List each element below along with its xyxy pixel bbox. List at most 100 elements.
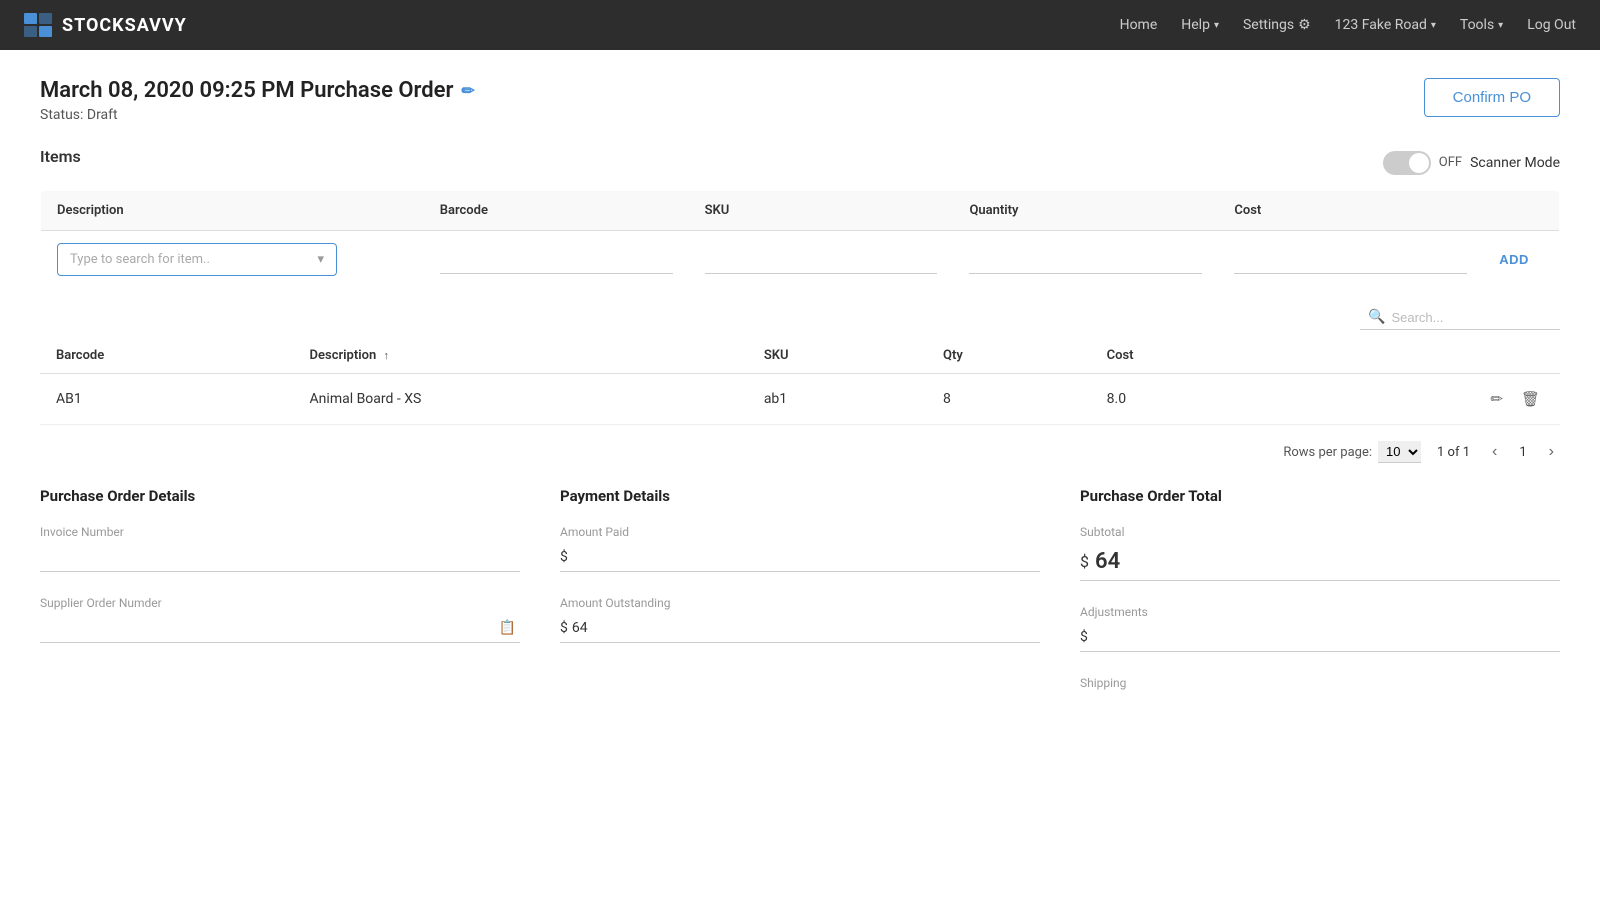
amount-outstanding-field: Amount Outstanding $ 64 — [560, 596, 1040, 643]
data-col-sku: SKU — [748, 338, 927, 374]
nav-settings[interactable]: Settings ⚙ — [1243, 17, 1311, 33]
adjustments-input[interactable] — [1092, 629, 1560, 645]
supplier-order-input[interactable] — [40, 614, 495, 642]
nav-logout[interactable]: Log Out — [1527, 17, 1576, 33]
amount-paid-input[interactable] — [572, 549, 1040, 565]
row-cost: 8.0 — [1091, 374, 1277, 425]
title-block: March 08, 2020 09:25 PM Purchase Order ✏… — [40, 78, 475, 123]
subtotal-label: Subtotal — [1080, 525, 1560, 539]
invoice-number-field: Invoice Number — [40, 525, 520, 572]
currency-symbol-paid: $ — [560, 549, 568, 565]
amount-outstanding-label: Amount Outstanding — [560, 596, 1040, 610]
adjustments-field: Adjustments $ — [1080, 605, 1560, 652]
nav-home[interactable]: Home — [1120, 17, 1158, 33]
items-heading: Items — [40, 147, 81, 166]
subtotal-value: 64 — [1095, 549, 1120, 574]
table-search-row: 🔍 — [40, 305, 1560, 330]
nav-help[interactable]: Help ▾ — [1181, 17, 1219, 33]
rows-per-page: Rows per page: 10 25 50 — [1283, 441, 1421, 463]
col-sku: SKU — [689, 191, 954, 231]
navbar: STOCKSAVVY Home Help ▾ Settings ⚙ 123 Fa… — [0, 0, 1600, 50]
search-icon: 🔍 — [1368, 309, 1385, 325]
subtotal-field: Subtotal $ 64 — [1080, 525, 1560, 581]
data-table: Barcode Description ↑ SKU Qty Cost AB1 A… — [40, 338, 1560, 425]
adjustments-wrapper: $ — [1080, 623, 1560, 652]
document-icon: 📋 — [495, 616, 520, 640]
amount-outstanding-value: 64 — [572, 620, 588, 636]
scanner-mode-label: Scanner Mode — [1470, 155, 1560, 171]
table-search-box: 🔍 — [1360, 305, 1560, 330]
toggle-off-label: OFF — [1439, 155, 1462, 170]
page-title: March 08, 2020 09:25 PM Purchase Order ✏ — [40, 78, 475, 103]
page-status: Status: Draft — [40, 107, 475, 123]
cost-input[interactable] — [1234, 246, 1467, 274]
data-col-cost: Cost — [1091, 338, 1277, 374]
edit-row-button[interactable]: ✏ — [1486, 388, 1507, 410]
po-details-heading: Purchase Order Details — [40, 487, 520, 505]
purchase-order-details-section: Purchase Order Details Invoice Number Su… — [40, 487, 520, 714]
row-qty: 8 — [927, 374, 1091, 425]
invoice-number-label: Invoice Number — [40, 525, 520, 539]
add-item-table: Description Barcode SKU Quantity Cost Ty… — [40, 190, 1560, 289]
chevron-down-icon: ▾ — [1214, 20, 1219, 31]
shipping-label: Shipping — [1080, 676, 1560, 690]
bottom-sections: Purchase Order Details Invoice Number Su… — [40, 487, 1560, 714]
row-actions: ✏ 🗑 — [1277, 374, 1560, 425]
search-input[interactable] — [1391, 310, 1552, 325]
supplier-order-label: Supplier Order Numder — [40, 596, 520, 610]
col-description: Description — [41, 191, 424, 231]
adjustments-label: Adjustments — [1080, 605, 1560, 619]
delete-row-button[interactable]: 🗑 — [1517, 388, 1544, 410]
row-sku: ab1 — [748, 374, 927, 425]
brand-name: STOCKSAVVY — [62, 15, 187, 36]
data-col-description: Description ↑ — [294, 338, 748, 374]
subtotal-row: $ 64 — [1080, 543, 1560, 581]
chevron-down-icon: ▾ — [1431, 20, 1436, 31]
edit-icon[interactable]: ✏ — [461, 81, 474, 100]
row-description: Animal Board - XS — [294, 374, 748, 425]
nav-links: Home Help ▾ Settings ⚙ 123 Fake Road ▾ T… — [1120, 17, 1576, 33]
add-item-row: Type to search for item.. ▾ ADD — [41, 231, 1560, 289]
prev-page-button[interactable]: ‹ — [1486, 441, 1503, 463]
rows-per-page-label: Rows per page: — [1283, 445, 1372, 460]
gear-icon: ⚙ — [1298, 17, 1311, 33]
data-col-actions — [1277, 338, 1560, 374]
subtotal-currency: $ — [1080, 552, 1089, 571]
invoice-number-input[interactable] — [40, 543, 520, 572]
main-content: March 08, 2020 09:25 PM Purchase Order ✏… — [0, 50, 1600, 742]
brand-icon — [24, 13, 54, 37]
scanner-mode-wrapper: OFF Scanner Mode — [1383, 151, 1560, 175]
amount-outstanding-wrapper: $ 64 — [560, 614, 1040, 643]
page-info: 1 of 1 — [1437, 445, 1470, 460]
items-header: Items OFF Scanner Mode — [40, 147, 1560, 178]
add-button[interactable]: ADD — [1499, 252, 1529, 267]
sort-icon[interactable]: ↑ — [383, 349, 389, 362]
data-col-qty: Qty — [927, 338, 1091, 374]
col-action — [1483, 191, 1559, 231]
next-page-button[interactable]: › — [1543, 441, 1560, 463]
shipping-field: Shipping — [1080, 676, 1560, 690]
nav-location[interactable]: 123 Fake Road ▾ — [1335, 17, 1436, 33]
purchase-order-total-section: Purchase Order Total Subtotal $ 64 Adjus… — [1080, 487, 1560, 714]
col-quantity: Quantity — [953, 191, 1218, 231]
barcode-input[interactable] — [440, 246, 673, 274]
pagination-row: Rows per page: 10 25 50 1 of 1 ‹ 1 › — [40, 441, 1560, 463]
item-search-dropdown[interactable]: Type to search for item.. ▾ — [57, 243, 337, 276]
quantity-input[interactable] — [969, 246, 1202, 274]
col-barcode: Barcode — [424, 191, 689, 231]
page-header: March 08, 2020 09:25 PM Purchase Order ✏… — [40, 78, 1560, 123]
currency-symbol-adj: $ — [1080, 629, 1088, 645]
table-row: AB1 Animal Board - XS ab1 8 8.0 ✏ 🗑 — [40, 374, 1560, 425]
confirm-po-button[interactable]: Confirm PO — [1424, 78, 1560, 117]
currency-symbol-outstanding: $ — [560, 620, 568, 636]
current-page-number: 1 — [1519, 445, 1526, 460]
brand-logo[interactable]: STOCKSAVVY — [24, 13, 187, 37]
po-total-heading: Purchase Order Total — [1080, 487, 1560, 505]
scanner-mode-toggle[interactable] — [1383, 151, 1431, 175]
rows-per-page-select[interactable]: 10 25 50 — [1378, 441, 1421, 463]
sku-input[interactable] — [705, 246, 938, 274]
payment-details-section: Payment Details Amount Paid $ Amount Out… — [560, 487, 1040, 714]
supplier-order-field: Supplier Order Numder 📋 — [40, 596, 520, 643]
nav-tools[interactable]: Tools ▾ — [1460, 17, 1503, 33]
data-col-barcode: Barcode — [40, 338, 294, 374]
